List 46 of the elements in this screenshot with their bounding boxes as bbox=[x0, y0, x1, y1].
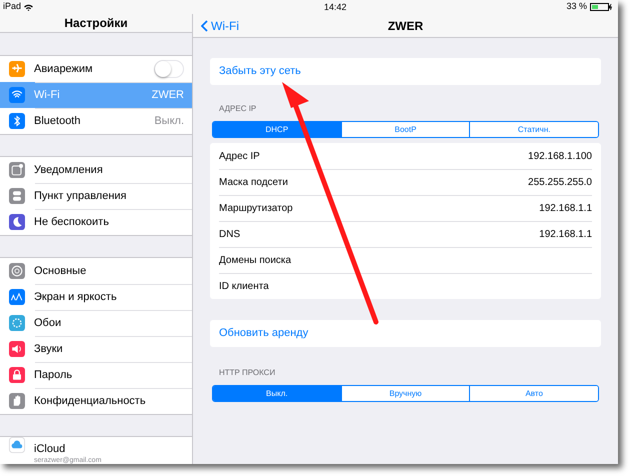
back-button[interactable]: Wi-Fi bbox=[201, 17, 239, 35]
item-value: Выкл. bbox=[154, 114, 184, 129]
page-title: ZWER bbox=[388, 18, 424, 34]
device-name: iPad bbox=[3, 0, 22, 14]
row-value: 192.168.1.1 bbox=[539, 202, 592, 216]
item-label: Уведомления bbox=[34, 162, 104, 178]
segment-tab[interactable]: BootP bbox=[340, 122, 470, 137]
row-value: 192.168.1.100 bbox=[528, 150, 592, 164]
item-label: Звуки bbox=[34, 342, 64, 357]
row-label: Маска подсети bbox=[219, 176, 288, 190]
item-label: Экран и яркость bbox=[34, 290, 118, 305]
item-label: Пункт управления bbox=[34, 188, 128, 204]
section-header: АДРЕС IP bbox=[219, 103, 258, 115]
toggle-switch[interactable] bbox=[154, 60, 184, 78]
clock: 14:42 bbox=[324, 1, 347, 14]
item-value: ZWER bbox=[152, 88, 184, 103]
item-label: Обои bbox=[34, 316, 62, 331]
section-header: HTTP ПРОКСИ bbox=[219, 367, 276, 379]
row-label: ID клиента bbox=[219, 280, 269, 294]
item-label: Wi-Fi bbox=[34, 88, 61, 103]
row-label: Маршрутизатор bbox=[219, 202, 293, 216]
item-label: Авиарежим bbox=[34, 62, 94, 77]
row-value: 255.255.255.0 bbox=[528, 176, 592, 190]
item-label: Пароль bbox=[34, 368, 74, 383]
forget-network-button[interactable]: Забыть эту сеть bbox=[210, 58, 601, 85]
segment-tab[interactable]: Выкл. bbox=[213, 386, 341, 401]
chevron-left-icon bbox=[201, 20, 208, 32]
battery-icon bbox=[590, 3, 612, 11]
segment-tab[interactable]: Вручную bbox=[340, 386, 470, 401]
row-value: 192.168.1.1 bbox=[539, 228, 592, 242]
sidebar-title: Настройки bbox=[64, 15, 128, 32]
item-label: iCloud bbox=[34, 443, 66, 456]
item-label: Bluetooth bbox=[34, 114, 82, 129]
wifi-icon bbox=[24, 4, 34, 10]
row-label: Домены поиска bbox=[219, 254, 292, 268]
row-label: Адрес IP bbox=[219, 150, 260, 164]
row-label: DNS bbox=[219, 228, 240, 242]
renew-lease-button[interactable]: Обновить аренду bbox=[210, 320, 601, 347]
item-label: Конфиденциальность bbox=[34, 394, 147, 409]
segment-tab[interactable]: Статичн. bbox=[469, 122, 598, 137]
cloud-icon bbox=[9, 437, 25, 453]
item-label: Основные bbox=[34, 264, 88, 279]
battery-percent: 33 % bbox=[566, 0, 587, 14]
segment-tab[interactable]: Авто bbox=[469, 386, 598, 401]
segment-tab[interactable]: DHCP bbox=[213, 122, 341, 137]
item-label: Не беспокоить bbox=[34, 214, 110, 230]
